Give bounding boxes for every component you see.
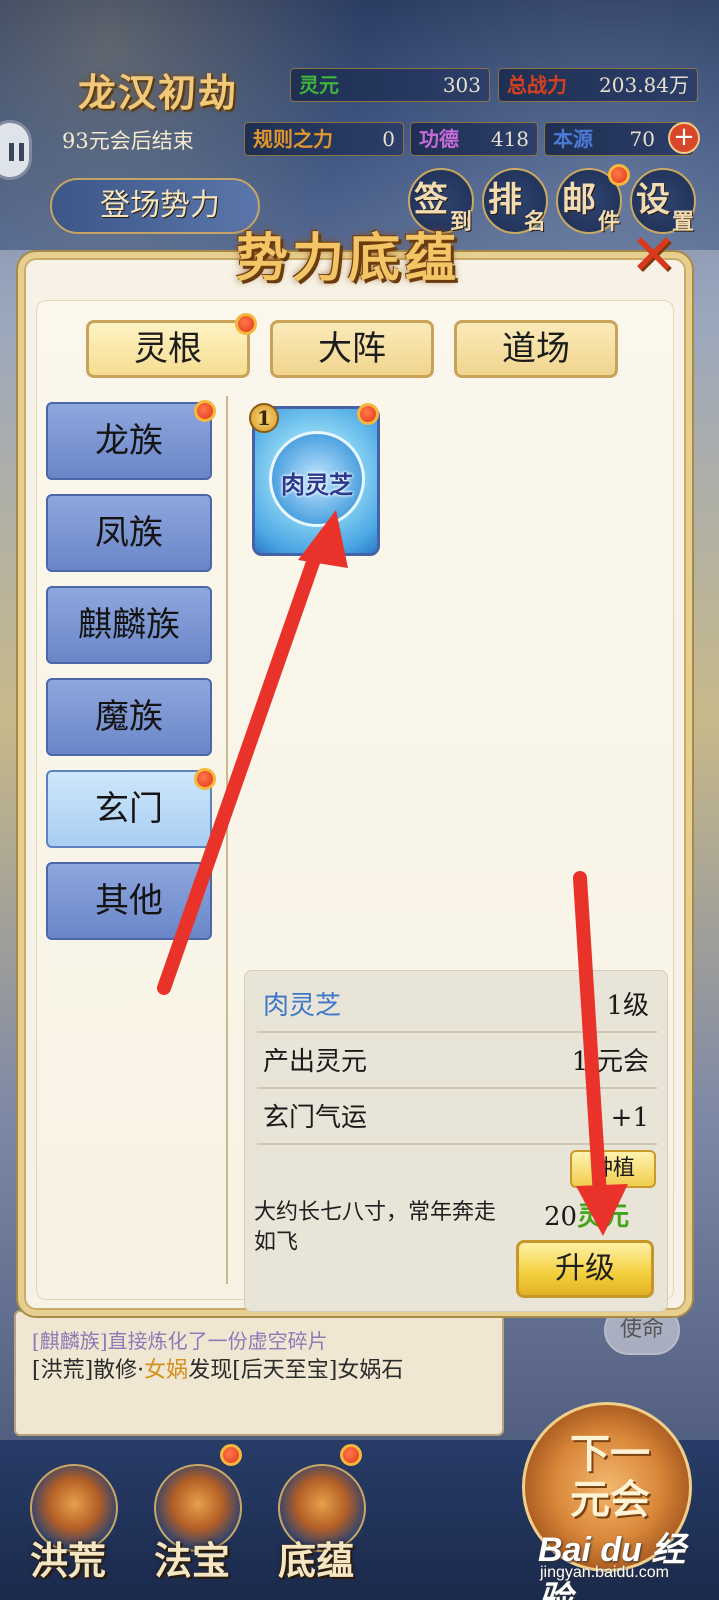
upgrade-button[interactable]: 升级	[516, 1240, 654, 1298]
nav-diyun[interactable]: 底蕴	[264, 1444, 380, 1590]
stat-label: 本源	[553, 127, 593, 151]
side-tab-xuanmen[interactable]: 玄门	[46, 768, 216, 848]
stat-value: 303	[442, 73, 481, 97]
menu-label: 签	[414, 180, 448, 220]
notification-dot	[235, 313, 257, 335]
side-tab-longzu[interactable]: 龙族	[46, 400, 216, 480]
log-line: [洪荒]散修·女娲发现[后天至宝]女娲石	[32, 1356, 486, 1386]
menu-label: 设	[636, 180, 670, 220]
era-countdown: 93元会后结束	[62, 129, 194, 153]
side-tab-label: 凤族	[95, 513, 163, 553]
side-tab-qilinzu[interactable]: 麒麟族	[46, 586, 212, 664]
notification-dot	[220, 1444, 242, 1466]
item-card-roulingzhi[interactable]: 肉灵芝 1	[249, 403, 380, 556]
log-line: [麒麟族]直接炼化了一份虚空碎片	[32, 1329, 328, 1353]
menu-label: 件	[598, 209, 621, 235]
cost-amount: 20	[544, 1202, 578, 1232]
upgrade-cost: 20灵元	[544, 1200, 654, 1234]
detail-row-output: 产出灵元 1/元会	[257, 1035, 657, 1089]
detail-label: 玄门气运	[263, 1103, 368, 1133]
era-title: 龙汉初劫	[78, 70, 239, 115]
stat-value: 70	[629, 127, 655, 151]
tab-label: 道场	[502, 329, 570, 369]
log-text: 发现[后天至宝]女娲石	[188, 1358, 404, 1383]
stat-value: 418	[490, 127, 529, 151]
close-button[interactable]: ✕	[630, 228, 690, 288]
nav-label: 洪荒	[30, 1538, 107, 1583]
detail-value: +1	[610, 1103, 649, 1133]
next-era-label: 下一元会	[570, 1430, 650, 1523]
stat-total-power: 总战力 203.84万	[498, 68, 698, 102]
item-description: 大约长七八寸，常年奔走如飞	[254, 1200, 497, 1255]
divider	[226, 396, 228, 1284]
item-name: 肉灵芝	[281, 470, 353, 499]
notification-dot	[608, 164, 630, 186]
pause-icon	[19, 143, 24, 161]
log-text: [洪荒]散修·	[32, 1358, 145, 1383]
nav-honghuang[interactable]: 洪荒	[16, 1460, 132, 1590]
notification-dot	[194, 400, 216, 422]
dialog-title: 势力底蕴	[236, 228, 461, 289]
nav-label: 法宝	[154, 1538, 231, 1583]
stat-value: 0	[382, 127, 395, 151]
plant-button[interactable]: 种植	[570, 1150, 656, 1188]
detail-item-level: 1级	[606, 991, 649, 1021]
detail-item-name: 肉灵芝	[263, 991, 342, 1021]
stat-label: 灵元	[299, 73, 339, 97]
side-tab-qita[interactable]: 其他	[46, 862, 212, 940]
tab-linggen[interactable]: 灵根	[86, 313, 257, 378]
tab-dazhen[interactable]: 大阵	[270, 320, 434, 378]
pause-icon	[9, 143, 14, 161]
side-tab-mozu[interactable]: 魔族	[46, 678, 212, 756]
level-badge: 1	[249, 403, 279, 433]
tab-label: 大阵	[318, 329, 386, 369]
mail-button[interactable]: 邮 件	[556, 164, 630, 235]
stat-merit: 功德 418	[410, 122, 538, 156]
nav-label: 底蕴	[278, 1538, 355, 1583]
side-tab-label: 魔族	[95, 697, 163, 737]
menu-label: 排	[488, 180, 522, 220]
pause-button[interactable]	[0, 120, 32, 180]
detail-value: 1/元会	[571, 1047, 649, 1077]
add-resource-button[interactable]: +	[668, 122, 700, 154]
notification-dot	[357, 403, 379, 425]
notification-dot	[340, 1444, 362, 1466]
nav-fabao[interactable]: 法宝	[140, 1444, 256, 1590]
side-tab-label: 麒麟族	[78, 605, 180, 645]
detail-label: 产出灵元	[263, 1047, 368, 1077]
detail-row-name: 肉灵芝 1级	[257, 979, 657, 1033]
watermark-url: jingyan.baidu.com	[540, 1564, 669, 1581]
stat-lingyuan: 灵元 303	[290, 68, 490, 102]
watermark-logo: Bai du 经验	[538, 1531, 686, 1600]
side-tab-fengzu[interactable]: 凤族	[46, 494, 212, 572]
notification-dot	[194, 768, 216, 790]
detail-row-fortune: 玄门气运 +1	[257, 1091, 657, 1145]
tab-label: 灵根	[134, 329, 202, 369]
stat-label: 规则之力	[253, 127, 333, 151]
stat-value: 203.84万	[599, 73, 689, 97]
tab-daochang[interactable]: 道场	[454, 320, 618, 378]
stat-rule-power: 规则之力 0	[244, 122, 404, 156]
side-tab-label: 龙族	[95, 421, 163, 461]
log-highlight-name: 女娲	[144, 1358, 189, 1383]
faction-button[interactable]: 登场势力	[50, 178, 260, 234]
menu-label: 名	[524, 209, 547, 235]
stat-label: 总战力	[507, 73, 567, 97]
side-tab-label: 玄门	[95, 789, 163, 829]
menu-label: 邮	[562, 180, 596, 220]
stat-label: 功德	[419, 127, 459, 151]
event-log: [麒麟族]直接炼化了一份虚空碎片 [洪荒]散修·女娲发现[后天至宝]女娲石	[14, 1310, 504, 1436]
cost-resource: 灵元	[577, 1202, 630, 1232]
baidu-watermark: Bai du 经验 jingyan.baidu.com	[538, 1522, 718, 1600]
side-tab-label: 其他	[95, 881, 163, 921]
